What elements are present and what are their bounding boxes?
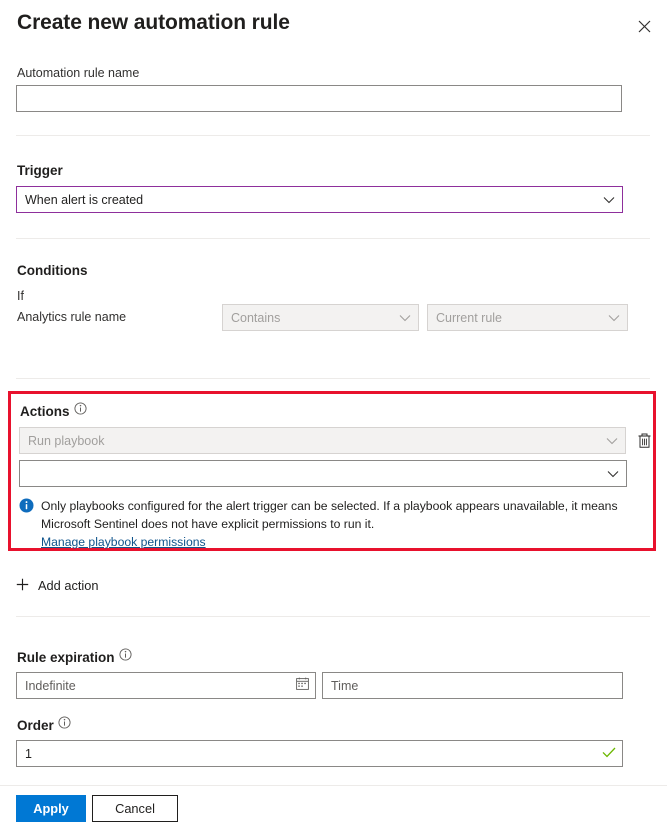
panel-footer: Apply Cancel — [0, 786, 667, 830]
manage-playbook-permissions-link[interactable]: Manage playbook permissions — [41, 535, 206, 549]
condition-value-text: Current rule — [436, 310, 502, 325]
apply-button[interactable]: Apply — [16, 795, 86, 822]
playbook-permissions-notice: Only playbooks configured for the alert … — [19, 497, 644, 551]
notice-body: Only playbooks configured for the alert … — [41, 497, 644, 551]
condition-operator-value: Contains — [231, 310, 281, 325]
info-circle-icon[interactable] — [118, 648, 132, 661]
page-title: Create new automation rule — [17, 11, 290, 34]
info-filled-icon — [19, 498, 34, 518]
rule-expiration-label-text: Rule expiration — [17, 650, 115, 665]
notice-text: Only playbooks configured for the alert … — [41, 499, 618, 531]
rule-expiration-time-input[interactable] — [322, 672, 623, 699]
rule-expiration-date-input[interactable] — [16, 672, 316, 699]
trigger-dropdown[interactable]: When alert is created — [16, 186, 623, 213]
action-type-value: Run playbook — [28, 433, 105, 448]
trigger-section-label: Trigger — [17, 163, 63, 178]
playbook-dropdown[interactable] — [19, 460, 627, 487]
add-action-label: Add action — [38, 578, 99, 593]
order-label-text: Order — [17, 718, 54, 733]
divider — [16, 238, 650, 239]
info-circle-icon[interactable] — [58, 716, 71, 729]
actions-section-label: Actions — [20, 402, 87, 419]
conditions-section-label: Conditions — [17, 263, 88, 278]
order-label: Order — [17, 716, 71, 733]
panel-header: Create new automation rule — [0, 0, 667, 58]
rule-expiration-time-field — [322, 672, 623, 699]
close-icon[interactable] — [629, 12, 659, 40]
trash-icon[interactable] — [633, 427, 655, 453]
trigger-selected-value: When alert is created — [25, 192, 144, 207]
rule-expiration-label: Rule expiration — [17, 648, 132, 665]
divider — [16, 135, 650, 136]
plus-icon — [16, 578, 29, 593]
chevron-down-icon — [606, 437, 618, 445]
actions-label-text: Actions — [20, 404, 70, 419]
automation-rule-name-label: Automation rule name — [17, 66, 140, 80]
rule-expiration-date-field — [16, 672, 316, 699]
order-input[interactable] — [16, 740, 623, 767]
conditions-if-label: If — [17, 289, 24, 303]
condition-property-label: Analytics rule name — [17, 310, 127, 324]
divider — [16, 616, 650, 617]
condition-value-dropdown[interactable]: Current rule — [427, 304, 628, 331]
create-automation-rule-panel: Create new automation rule Automation ru… — [0, 0, 667, 830]
chevron-down-icon — [607, 470, 619, 478]
chevron-down-icon — [608, 314, 620, 322]
order-field — [16, 740, 623, 767]
actions-section-highlight: Actions Run playbook Only playbooks conf… — [8, 391, 656, 551]
info-circle-icon[interactable] — [73, 402, 87, 415]
condition-operator-dropdown[interactable]: Contains — [222, 304, 419, 331]
automation-rule-name-input[interactable] — [16, 85, 622, 112]
cancel-button[interactable]: Cancel — [92, 795, 178, 822]
action-type-dropdown[interactable]: Run playbook — [19, 427, 626, 454]
add-action-button[interactable]: Add action — [16, 578, 98, 593]
divider — [16, 378, 650, 379]
chevron-down-icon — [603, 196, 615, 204]
chevron-down-icon — [399, 314, 411, 322]
automation-rule-name-field-wrap — [16, 85, 622, 112]
